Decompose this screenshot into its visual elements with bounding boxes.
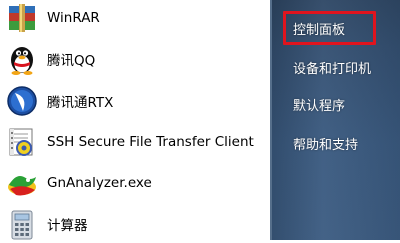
qq-penguin-icon: [4, 41, 40, 77]
menu-item-default-programs[interactable]: 默认程序: [293, 95, 345, 114]
rtx-icon: [4, 83, 40, 119]
program-label: WinRAR: [47, 10, 100, 26]
program-item-calculator[interactable]: 计算器: [0, 205, 270, 243]
program-item-winrar[interactable]: WinRAR: [0, 0, 270, 37]
highlight-box: [283, 11, 376, 45]
program-label: SSH Secure File Transfer Client: [47, 134, 254, 150]
program-label: 计算器: [47, 218, 88, 234]
menu-item-help-support[interactable]: 帮助和支持: [293, 134, 358, 153]
winrar-icon: [4, 0, 40, 36]
menu-item-devices-printers[interactable]: 设备和打印机: [293, 58, 371, 77]
program-item-rtx[interactable]: 腾讯通RTX: [0, 82, 270, 120]
program-item-gnanalyzer[interactable]: GnAnalyzer.exe: [0, 164, 270, 202]
gnanalyzer-icon: [4, 165, 40, 201]
program-item-ssh[interactable]: SSH Secure File Transfer Client: [0, 123, 270, 161]
program-item-qq[interactable]: 腾讯QQ: [0, 40, 270, 78]
program-label: 腾讯QQ: [47, 53, 96, 69]
start-menu-programs-pane: WinRAR 腾讯QQ 腾讯通RTX SSH Secure File Trans…: [0, 0, 270, 240]
calculator-icon: [4, 206, 40, 242]
program-label: GnAnalyzer.exe: [47, 175, 152, 191]
program-label: 腾讯通RTX: [47, 95, 114, 111]
ssh-file-transfer-icon: [4, 124, 40, 160]
